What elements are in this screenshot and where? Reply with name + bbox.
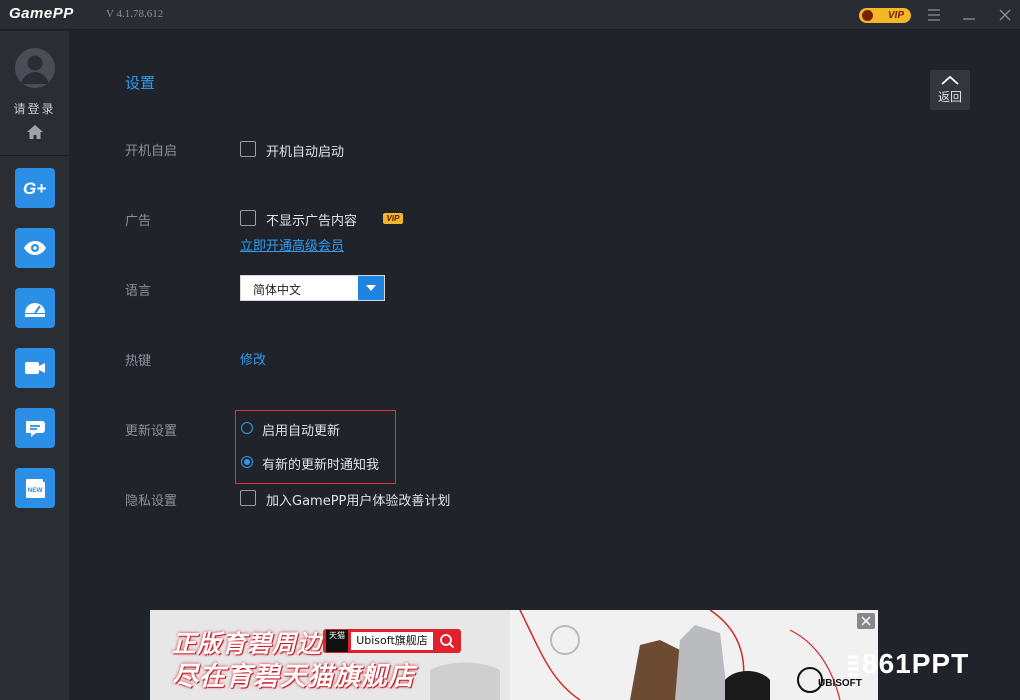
hotkey-label: 热键 — [125, 354, 152, 369]
vip-badge[interactable]: VIP — [859, 8, 911, 23]
hide-ads-option-label[interactable]: 不显示广告内容 — [266, 210, 357, 229]
close-icon — [999, 9, 1011, 21]
caret-down-icon — [366, 285, 376, 291]
version-label: V 4.1.78.612 — [106, 8, 164, 20]
ad-store-label: Ubisoft旗舰店 — [351, 632, 433, 650]
startup-option-label[interactable]: 开机自动启动 — [266, 141, 344, 160]
notify-update-radio[interactable] — [241, 456, 253, 468]
news-icon: NEW — [26, 479, 45, 498]
home-button[interactable] — [26, 124, 44, 140]
privacy-checkbox[interactable] — [240, 490, 256, 506]
sidebar-item-g-plus[interactable]: G+ — [15, 168, 55, 208]
chat-icon — [26, 421, 45, 437]
ad-close-button[interactable] — [857, 613, 875, 629]
ad-corner-icon — [861, 616, 871, 626]
sidebar-item-news[interactable]: NEW — [15, 468, 55, 508]
watermark: 861PPT — [862, 648, 970, 679]
video-camera-icon — [25, 362, 45, 374]
crown-icon — [862, 10, 873, 21]
hamburger-icon — [928, 9, 940, 21]
ad-store-bar[interactable]: 天猫 Ubisoft旗舰店 — [323, 629, 461, 653]
back-button[interactable]: 返回 — [930, 70, 970, 110]
ad-subheadline: 尽在育碧天猫旗舰店 — [172, 661, 416, 691]
home-icon — [27, 125, 43, 139]
notify-update-option-label[interactable]: 有新的更新时通知我 — [262, 454, 379, 473]
sidebar: 请登录 G+ NEW — [0, 31, 69, 700]
user-icon — [21, 55, 49, 84]
auto-update-radio[interactable] — [241, 422, 253, 434]
back-label: 返回 — [937, 90, 962, 104]
svg-text:NEW: NEW — [28, 487, 44, 494]
eye-icon — [24, 241, 46, 255]
menu-button[interactable] — [925, 6, 943, 24]
language-select[interactable]: 简体中文 — [240, 275, 385, 301]
startup-label: 开机自启 — [125, 144, 178, 159]
chevron-up-icon — [941, 75, 959, 85]
auto-update-option-label[interactable]: 启用自动更新 — [262, 420, 340, 439]
vip-tag: VIP — [383, 213, 403, 224]
search-icon — [440, 634, 455, 649]
login-link[interactable]: 请登录 — [0, 100, 69, 117]
startup-checkbox[interactable] — [240, 141, 256, 157]
page-title: 设置 — [125, 74, 156, 92]
sidebar-item-chat[interactable] — [15, 408, 55, 448]
app-logo: GamePP — [9, 5, 74, 22]
privacy-label: 隐私设置 — [125, 494, 178, 509]
tmall-logo: 天猫 — [326, 630, 348, 652]
minimize-icon — [963, 18, 975, 20]
vip-badge-label: VIP — [887, 10, 904, 21]
sidebar-item-speedometer[interactable] — [15, 288, 55, 328]
watermark-icon — [848, 655, 858, 677]
svg-text:G+: G+ — [23, 179, 46, 198]
ads-label: 广告 — [125, 214, 152, 229]
update-settings-label: 更新设置 — [125, 424, 178, 439]
hide-ads-checkbox[interactable] — [240, 210, 256, 226]
dropdown-arrow[interactable] — [358, 276, 384, 300]
sidebar-item-video[interactable] — [15, 348, 55, 388]
ad-headline: 正版育碧周边 — [172, 631, 322, 658]
sidebar-divider — [0, 155, 69, 156]
privacy-option-label[interactable]: 加入GamePP用户体验改善计划 — [266, 490, 450, 509]
hotkey-modify-link[interactable]: 修改 — [240, 349, 266, 368]
language-select-value: 简体中文 — [253, 283, 302, 297]
ad-banner[interactable]: 正版育碧周边 尽在育碧天猫旗舰店 天猫 Ubisoft旗舰店 UBISOFT — [150, 610, 878, 700]
sidebar-item-eye[interactable] — [15, 228, 55, 268]
upgrade-premium-link[interactable]: 立即开通高级会员 — [240, 235, 344, 254]
close-button[interactable] — [996, 6, 1014, 24]
avatar[interactable] — [15, 48, 55, 88]
g-plus-icon: G+ — [23, 179, 46, 198]
speedometer-icon — [25, 303, 45, 317]
language-label: 语言 — [125, 284, 152, 299]
minimize-button[interactable] — [960, 6, 978, 24]
title-bar: GamePP V 4.1.78.612 VIP — [0, 0, 1020, 30]
